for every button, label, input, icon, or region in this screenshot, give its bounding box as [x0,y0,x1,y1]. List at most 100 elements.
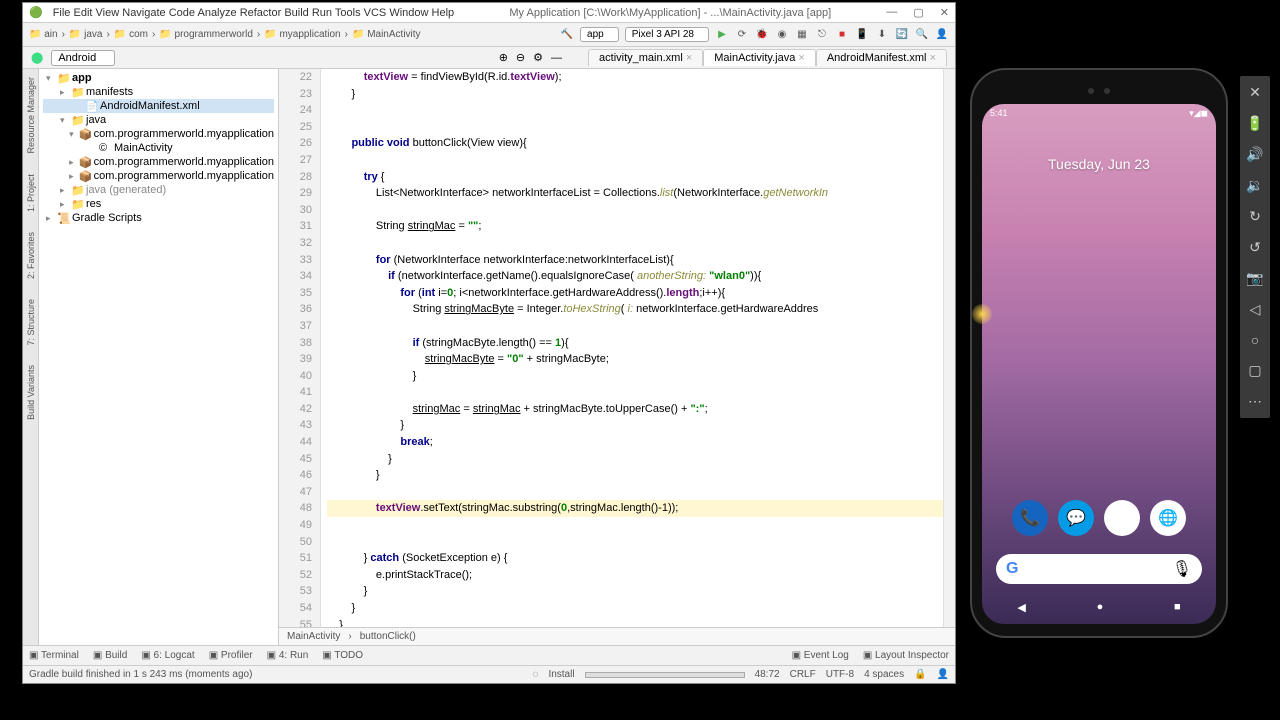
code-editor[interactable]: 2223242526272829303132333435363738394041… [279,69,955,627]
crumb[interactable]: 📁 ain [29,29,58,40]
close-tab-icon[interactable]: × [930,52,936,64]
dock-app-icon[interactable]: 📞 [1012,500,1048,536]
build-variants-tab[interactable]: Build Variants [26,365,36,420]
emu-tool-icon[interactable]: ◁ [1250,301,1261,318]
menu-file[interactable]: File [53,7,71,19]
crumb[interactable]: 📁 programmerworld [159,29,253,40]
search-icon[interactable]: 🔍 [915,28,929,42]
user-icon[interactable]: 👤 [935,28,949,42]
build-icon[interactable]: 🔨 [560,28,574,42]
favorites-tab[interactable]: 2: Favorites [26,232,36,279]
crumb[interactable]: 📁 java [69,29,103,40]
sync-icon[interactable]: 🔄 [895,28,909,42]
menu-code[interactable]: Code [169,7,195,19]
project-tree[interactable]: ▾ 📁 app ▸ 📁 manifests 📄 AndroidManifest.… [39,69,279,645]
emu-tool-icon[interactable]: ↺ [1249,239,1261,256]
path-breadcrumb: 📁 ain › 📁 java › 📁 com › 📁 programmerwor… [29,29,421,40]
editor-pane: 2223242526272829303132333435363738394041… [279,69,955,645]
apply-changes-icon[interactable]: ⟳ [735,28,749,42]
nav-recents-icon[interactable]: ■ [1174,601,1181,614]
emu-tool-icon[interactable]: ✕ [1249,84,1261,101]
stop-icon[interactable]: ■ [835,28,849,42]
bottom-tab[interactable]: ▣ Build [93,650,127,661]
editor-tab[interactable]: AndroidManifest.xml × [816,49,947,66]
module-combo[interactable]: app [580,27,619,42]
emu-tool-icon[interactable]: ⋯ [1248,393,1262,410]
emu-tool-icon[interactable]: 🔉 [1246,177,1263,194]
emu-tool-icon[interactable]: ○ [1251,332,1259,348]
run-icon[interactable]: ▶ [715,28,729,42]
close-icon[interactable]: ✕ [940,6,949,19]
bottom-tab[interactable]: ▣ 4: Run [267,650,309,661]
menu-analyze[interactable]: Analyze [197,7,236,19]
maximize-icon[interactable]: ▢ [913,6,923,19]
hide-icon[interactable]: — [551,52,562,64]
dock-app-icon[interactable]: 💬 [1058,500,1094,536]
menu-window[interactable]: Window [389,7,428,19]
coverage-icon[interactable]: ▦ [795,28,809,42]
tree-row[interactable]: 📄 AndroidManifest.xml [43,99,274,113]
bottom-tab[interactable]: ▣ Profiler [209,650,253,661]
dock-app-icon[interactable]: 🌐 [1150,500,1186,536]
menu-view[interactable]: View [96,7,120,19]
menu-tools[interactable]: Tools [335,7,361,19]
menu-edit[interactable]: Edit [74,7,93,19]
emulator-screen[interactable]: 5:41 ▾◢◼ Tuesday, Jun 23 📞💬▶🌐 G 🎙 ◀ ● ■ [982,104,1216,624]
debug-icon[interactable]: 🐞 [755,28,769,42]
collapse-icon[interactable]: ⊖ [516,51,525,64]
bottom-tab[interactable]: ▣ Event Log [792,650,849,661]
emu-search-bar[interactable]: G 🎙 [996,554,1202,584]
sdk-icon[interactable]: ⬇ [875,28,889,42]
menu-help[interactable]: Help [432,7,455,19]
tree-row[interactable]: ▾ 📁 app [43,71,274,85]
close-tab-icon[interactable]: × [798,52,804,64]
emu-tool-icon[interactable]: 🔊 [1246,146,1263,163]
bottom-tab[interactable]: ▣ 6: Logcat [141,650,194,661]
device-combo[interactable]: Pixel 3 API 28 [625,27,709,42]
menu-run[interactable]: Run [312,7,332,19]
avd-icon[interactable]: 📱 [855,28,869,42]
settings-gear-icon[interactable]: ⚙ [533,51,543,64]
man-icon[interactable]: 👤 [937,669,949,680]
close-tab-icon[interactable]: × [686,52,692,64]
view-combo[interactable]: Android [51,50,115,66]
emu-tool-icon[interactable]: 🔋 [1246,115,1263,132]
tree-node-icon: © [99,142,111,154]
tree-row[interactable]: ▸ 📦 com.programmerworld.myapplication [43,155,274,169]
menu-build[interactable]: Build [284,7,308,19]
project-tab[interactable]: 1: Project [26,174,36,212]
structure-tab[interactable]: 7: Structure [26,299,36,346]
assistant-icon[interactable]: 🎙 [1172,559,1192,579]
menu-refactor[interactable]: Refactor [240,7,282,19]
attach-icon[interactable]: ⎋ [815,28,829,42]
emu-tool-icon[interactable]: 📷 [1246,270,1263,287]
tree-row[interactable]: ▸ 📁 manifests [43,85,274,99]
bottom-tab[interactable]: ▣ Layout Inspector [863,650,949,661]
lock-icon[interactable]: 🔒 [914,669,926,680]
dock-app-icon[interactable]: ▶ [1104,500,1140,536]
tree-row[interactable]: ▾ 📁 java [43,113,274,127]
tree-row[interactable]: © MainActivity [43,141,274,155]
tree-row[interactable]: ▸ 📁 java (generated) [43,183,274,197]
tree-row[interactable]: ▸ 📁 res [43,197,274,211]
tree-row[interactable]: ▸ 📜 Gradle Scripts [43,211,274,225]
minimize-icon[interactable]: — [886,6,897,19]
crumb[interactable]: 📁 com [114,29,148,40]
editor-tab[interactable]: MainActivity.java × [703,49,816,66]
tree-row[interactable]: ▸ 📦 com.programmerworld.myapplication [43,169,274,183]
editor-tab[interactable]: activity_main.xml × [588,49,703,66]
crumb[interactable]: 📁 MainActivity [352,29,421,40]
bottom-tab[interactable]: ▣ TODO [322,650,363,661]
profile-icon[interactable]: ◉ [775,28,789,42]
crumb[interactable]: 📁 myapplication [264,29,340,40]
bottom-tab[interactable]: ▣ Terminal [29,650,79,661]
emu-tool-icon[interactable]: ↻ [1249,208,1261,225]
tree-row[interactable]: ▾ 📦 com.programmerworld.myapplication [43,127,274,141]
emu-tool-icon[interactable]: ▢ [1248,362,1261,379]
resource-manager-tab[interactable]: Resource Manager [26,77,36,154]
nav-back-icon[interactable]: ◀ [1017,601,1025,614]
menu-navigate[interactable]: Navigate [122,7,165,19]
menu-vcs[interactable]: VCS [364,7,387,19]
expand-icon[interactable]: ⊕ [499,51,508,64]
nav-home-icon[interactable]: ● [1097,601,1104,614]
